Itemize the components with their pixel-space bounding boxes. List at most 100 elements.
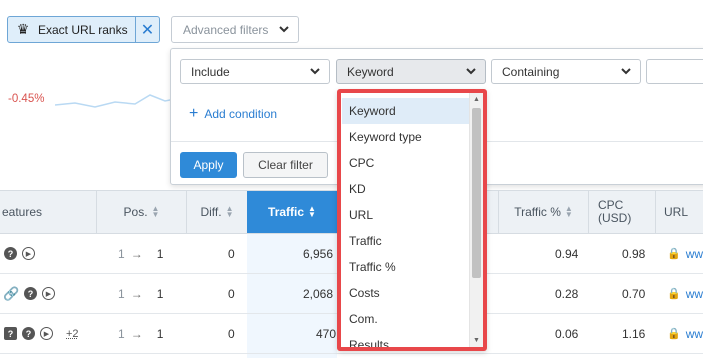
link-icon: 🔗 bbox=[3, 285, 20, 301]
col-header-diff-label: Diff. bbox=[200, 205, 222, 219]
chevron-down-icon bbox=[466, 68, 476, 75]
dropdown-option-traffic[interactable]: Traffic bbox=[342, 228, 469, 254]
filter-value-input[interactable] bbox=[646, 59, 703, 84]
match-type-select[interactable]: Containing bbox=[491, 59, 641, 84]
sort-icon: ▲ ▼ bbox=[151, 204, 160, 219]
dropdown-option-url[interactable]: URL bbox=[342, 202, 469, 228]
dropdown-option-costs[interactable]: Costs bbox=[342, 280, 469, 306]
col-header-url-label: URL bbox=[664, 205, 689, 219]
question-icon: ? bbox=[24, 287, 37, 300]
cpc-cell: 0.70 bbox=[622, 286, 646, 301]
position-to: 1 bbox=[156, 326, 164, 341]
position-from: 1 bbox=[118, 326, 125, 341]
diff-cell: 0 bbox=[228, 286, 235, 301]
exact-url-ranks-chip[interactable]: ♛ Exact URL ranks ✕ bbox=[7, 16, 160, 43]
position-to: 1 bbox=[156, 286, 164, 301]
crown-icon: ♛ bbox=[16, 21, 30, 37]
position-cell: 1 → 1 bbox=[118, 274, 163, 313]
position-from: 1 bbox=[118, 286, 125, 301]
col-header-serp-features[interactable]: eatures bbox=[0, 191, 96, 233]
dropdown-option-keyword-type[interactable]: Keyword type bbox=[342, 124, 469, 150]
col-header-serp-features-label: eatures bbox=[2, 205, 43, 219]
position-to: 1 bbox=[156, 246, 164, 261]
add-condition-label: Add condition bbox=[204, 107, 278, 121]
field-options-dropdown: Keyword Keyword type CPC KD URL Traffic … bbox=[337, 89, 487, 351]
cpc-cell: 1.16 bbox=[622, 326, 646, 341]
dropdown-option-keyword[interactable]: Keyword bbox=[342, 98, 469, 124]
cpc-cell: 0.98 bbox=[622, 246, 646, 261]
position-from: 1 bbox=[118, 246, 125, 261]
scrollbar-thumb[interactable] bbox=[472, 108, 481, 278]
serp-features-cell: 🔗 ? ▶ bbox=[3, 274, 60, 313]
col-header-traffic-percent-label: Traffic % bbox=[514, 205, 561, 219]
play-icon: ▶ bbox=[42, 287, 55, 300]
diff-cell: 0 bbox=[228, 246, 235, 261]
remove-filter-close-icon[interactable]: ✕ bbox=[135, 17, 159, 42]
apply-button[interactable]: Apply bbox=[180, 152, 237, 178]
include-select-value: Include bbox=[191, 64, 230, 79]
url-link[interactable]: www bbox=[686, 247, 703, 261]
traffic-percent-cell: 0.28 bbox=[555, 286, 579, 301]
serp-features-cell: ? ? ▶ +2 bbox=[4, 314, 79, 353]
advanced-filters-button[interactable]: Advanced filters bbox=[171, 16, 299, 43]
chevron-down-icon bbox=[279, 26, 289, 33]
dropdown-option-com[interactable]: Com. bbox=[342, 306, 469, 332]
url-cell[interactable]: 🔒 www bbox=[667, 234, 703, 273]
dropdown-scrollbar[interactable]: ▲ ▼ bbox=[469, 93, 483, 347]
col-header-diff[interactable]: Diff. ▲ ▼ bbox=[186, 191, 247, 233]
chevron-down-icon bbox=[621, 68, 631, 75]
traffic-percent-cell: 0.94 bbox=[555, 246, 579, 261]
exact-url-ranks-label: Exact URL ranks bbox=[38, 22, 128, 37]
col-header-cpc[interactable]: CPC (USD) bbox=[588, 191, 655, 233]
question-icon: ? bbox=[4, 247, 17, 260]
col-header-pos[interactable]: Pos. ▲ ▼ bbox=[96, 191, 186, 233]
trend-delta: -0.45% bbox=[8, 93, 45, 105]
lock-icon: 🔒 bbox=[667, 328, 681, 340]
traffic-cell: 6,956 bbox=[303, 246, 334, 261]
arrow-right-icon: → bbox=[130, 326, 143, 341]
col-header-pos-label: Pos. bbox=[123, 205, 148, 219]
url-link[interactable]: www bbox=[686, 287, 703, 301]
scroll-down-icon[interactable]: ▼ bbox=[473, 337, 480, 344]
advanced-filters-label: Advanced filters bbox=[183, 22, 269, 37]
include-select[interactable]: Include bbox=[180, 59, 330, 84]
dropdown-option-cpc[interactable]: CPC bbox=[342, 150, 469, 176]
trend-sparkline bbox=[55, 94, 175, 108]
match-type-select-value: Containing bbox=[502, 64, 560, 79]
serp-features-cell: ? ▶ bbox=[4, 234, 40, 273]
sort-icon: ▲ ▼ bbox=[564, 204, 573, 219]
lock-icon: 🔒 bbox=[667, 288, 681, 300]
chevron-down-icon bbox=[310, 68, 320, 75]
sort-icon: ▲ ▼ bbox=[225, 204, 234, 219]
clear-filter-button[interactable]: Clear filter bbox=[243, 152, 328, 178]
more-features-link[interactable]: +2 bbox=[66, 328, 79, 340]
plus-icon: + bbox=[189, 105, 199, 122]
dropdown-option-kd[interactable]: KD bbox=[342, 176, 469, 202]
col-header-traffic-label: Traffic bbox=[268, 205, 305, 219]
arrow-right-icon: → bbox=[130, 246, 143, 261]
scroll-up-icon[interactable]: ▲ bbox=[473, 96, 480, 103]
position-cell: 1 → 1 bbox=[118, 234, 163, 273]
url-cell[interactable]: 🔒 www bbox=[667, 274, 703, 313]
col-header-url[interactable]: URL bbox=[655, 191, 703, 233]
arrow-right-icon: → bbox=[130, 286, 143, 301]
question-icon: ? bbox=[22, 327, 35, 340]
field-select-value: Keyword bbox=[347, 64, 394, 79]
lock-icon: 🔒 bbox=[667, 248, 681, 260]
traffic-percent-cell: 0.06 bbox=[555, 326, 579, 341]
url-cell[interactable]: 🔒 www bbox=[667, 314, 703, 353]
field-select[interactable]: Keyword bbox=[336, 59, 486, 84]
diff-cell: 0 bbox=[228, 326, 235, 341]
traffic-cell: 2,068 bbox=[303, 286, 334, 301]
dropdown-option-traffic-percent[interactable]: Traffic % bbox=[342, 254, 469, 280]
play-icon: ▶ bbox=[22, 247, 35, 260]
add-condition-link[interactable]: + Add condition bbox=[189, 105, 277, 123]
col-header-traffic[interactable]: Traffic ▲ ▼ bbox=[247, 191, 337, 233]
sort-icon: ▲ ▼ bbox=[308, 204, 316, 219]
faq-icon: ? bbox=[4, 327, 17, 340]
url-link[interactable]: www bbox=[686, 327, 703, 341]
dropdown-option-results[interactable]: Results bbox=[342, 332, 469, 347]
col-header-cpc-label: CPC (USD) bbox=[598, 198, 632, 225]
traffic-cell: 470 bbox=[316, 326, 337, 341]
col-header-traffic-percent[interactable]: Traffic % ▲ ▼ bbox=[498, 191, 588, 233]
